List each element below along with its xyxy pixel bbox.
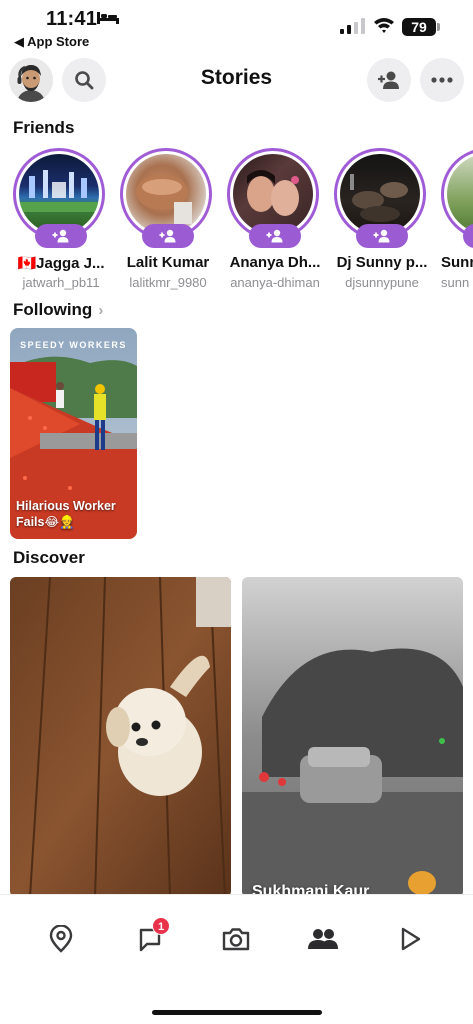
- play-icon: [401, 927, 421, 951]
- add-friend-pill[interactable]: [356, 224, 408, 248]
- camera-icon: [222, 928, 250, 951]
- selfie-image: [247, 170, 299, 216]
- map-pin-icon: [49, 925, 73, 953]
- add-friend-icon: [266, 229, 283, 243]
- story-thumbnail: [233, 154, 313, 234]
- nav-chat[interactable]: 1: [134, 917, 170, 955]
- friend-username: sunn: [441, 275, 470, 290]
- friends-section-title: Friends: [13, 118, 75, 137]
- nav-map[interactable]: [45, 923, 77, 955]
- add-friend-button[interactable]: [367, 58, 411, 102]
- more-options-button[interactable]: [420, 58, 464, 102]
- story-thumbnail: [126, 154, 206, 234]
- cellular-signal-icon: [340, 18, 365, 34]
- story-channel-name: SPEEDY WORKERS: [20, 340, 127, 350]
- add-friend-icon: [378, 71, 399, 89]
- following-story-card[interactable]: SPEEDY WORKERS Hilarious Worker Fails😂👷: [10, 328, 137, 539]
- top-header: Stories: [0, 56, 473, 104]
- back-to-app-store[interactable]: ◀ App Store: [14, 34, 89, 50]
- add-friend-pill[interactable]: [249, 224, 301, 248]
- home-indicator[interactable]: [152, 1010, 322, 1015]
- friend-username: ananya-dhiman: [230, 275, 320, 290]
- discover-card[interactable]: [10, 577, 231, 897]
- discover-section-title: Discover: [13, 548, 85, 567]
- friend-name: 🇨🇦Jagga J...: [17, 255, 105, 272]
- add-friend-pill[interactable]: [35, 224, 87, 248]
- ellipsis-icon: [431, 77, 453, 83]
- discover-card[interactable]: Sukhmani Kaur: [242, 577, 463, 897]
- dog-on-floor-image: [10, 577, 231, 897]
- friend-story[interactable]: 🇨🇦Jagga J... jatwarh_pb11: [13, 148, 109, 298]
- friend-story[interactable]: Dj Sunny p... djsunnypune: [334, 148, 430, 298]
- nav-spotlight[interactable]: [394, 923, 426, 955]
- dinner-table-image: [350, 174, 408, 222]
- wifi-icon: [374, 18, 394, 33]
- add-friend-icon: [52, 229, 69, 243]
- event-stage-image: [19, 170, 99, 212]
- friend-username: lalitkmr_9980: [129, 275, 207, 290]
- add-friend-icon: [373, 229, 390, 243]
- friend-name: Sunn: [441, 254, 473, 271]
- friend-story[interactable]: Ananya Dh... ananya-dhiman: [227, 148, 323, 298]
- battery-indicator: 79: [402, 18, 436, 36]
- sleep-focus-icon: [97, 12, 119, 24]
- nav-camera[interactable]: [220, 923, 252, 955]
- battery-nub: [437, 23, 440, 31]
- friend-username: djsunnypune: [345, 275, 419, 290]
- friend-name: Dj Sunny p...: [336, 254, 428, 271]
- friend-story[interactable]: Lalit Kumar lalitkmr_9980: [120, 148, 216, 298]
- rainy-road-image: [242, 577, 463, 897]
- nav-stories[interactable]: [307, 923, 339, 955]
- friend-story-clipped[interactable]: Sunn sunn: [441, 148, 473, 298]
- status-bar: 11:41 ◀ App Store 79: [0, 0, 473, 52]
- friend-name: Lalit Kumar: [126, 254, 210, 271]
- bottom-navigation: 1: [0, 894, 473, 1024]
- story-caption: Hilarious Worker Fails😂👷: [16, 499, 116, 529]
- friend-story: Sunn sunn: [441, 148, 473, 298]
- story-thumbnail: [447, 154, 473, 234]
- food-image: [136, 174, 192, 224]
- friend-name: Ananya Dh...: [229, 254, 321, 271]
- story-thumbnail: [340, 154, 420, 234]
- add-friend-icon: [159, 229, 176, 243]
- status-time: 11:41: [46, 8, 98, 30]
- story-thumbnail: [19, 154, 99, 234]
- friends-icon: [308, 929, 338, 949]
- friend-username: jatwarh_pb11: [22, 275, 100, 290]
- add-friend-pill[interactable]: [142, 224, 194, 248]
- chat-unread-badge: 1: [152, 917, 170, 935]
- following-section-title[interactable]: Following ›: [13, 300, 103, 320]
- following-label: Following: [13, 300, 93, 319]
- chevron-right-icon: ›: [98, 302, 104, 319]
